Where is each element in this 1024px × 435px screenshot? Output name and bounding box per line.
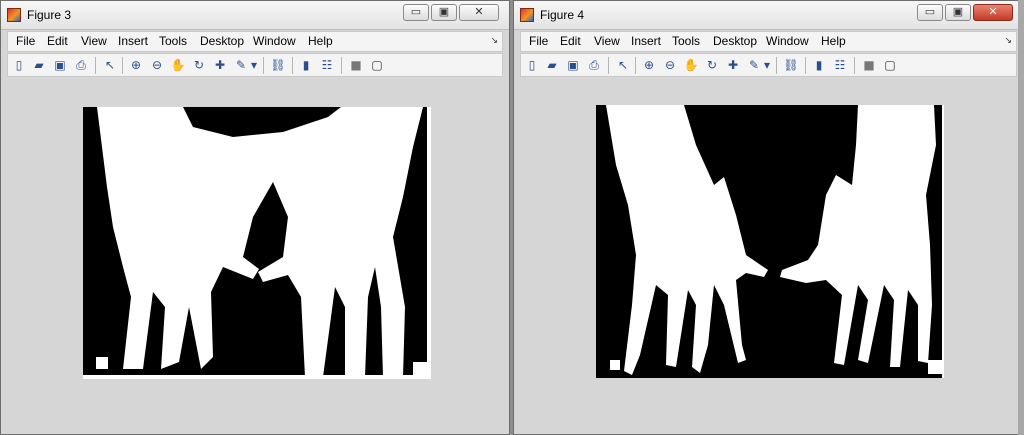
binary-image-axes[interactable]	[596, 105, 944, 378]
edit-plot-icon[interactable]: ↖	[615, 57, 631, 73]
colorbar-icon[interactable]: ▮	[811, 57, 827, 73]
minimize-button[interactable]: ▭	[917, 4, 943, 21]
binary-hands-image	[83, 107, 431, 379]
rotate-3d-icon[interactable]: ↻	[191, 57, 207, 73]
toolbar-separator	[854, 57, 855, 74]
title-bar[interactable]: Figure 3 ▭ ▣ ✕	[1, 1, 509, 30]
save-icon[interactable]: ▣	[565, 57, 581, 73]
minimize-button[interactable]: ▭	[403, 4, 429, 21]
data-cursor-icon[interactable]: ✚	[212, 57, 228, 73]
legend-icon[interactable]: ☷	[319, 57, 335, 73]
rotate-3d-icon[interactable]: ↻	[704, 57, 720, 73]
toolbar-separator	[95, 57, 96, 74]
menu-tools[interactable]: Tools	[672, 34, 700, 48]
edit-plot-icon[interactable]: ↖	[102, 57, 118, 73]
colorbar-icon[interactable]: ▮	[298, 57, 314, 73]
close-button[interactable]: ✕	[973, 4, 1013, 21]
toolbar-separator	[805, 57, 806, 74]
toolbar-separator	[122, 57, 123, 74]
menu-view[interactable]: View	[81, 34, 107, 48]
menu-edit[interactable]: Edit	[47, 34, 68, 48]
menu-window[interactable]: Window	[253, 34, 296, 48]
open-file-icon[interactable]: ▰	[544, 57, 560, 73]
binary-hands-image	[596, 105, 944, 378]
figure-3-window: Figure 3 ▭ ▣ ✕ File Edit View Insert Too…	[0, 0, 510, 435]
brush-menu-icon[interactable]: ▾	[249, 57, 259, 73]
toolbar-separator	[608, 57, 609, 74]
maximize-button[interactable]: ▣	[945, 4, 971, 21]
menu-window[interactable]: Window	[766, 34, 809, 48]
show-tools-icon[interactable]: ▢	[369, 57, 385, 73]
link-plot-icon[interactable]: ⛓	[783, 57, 799, 73]
brush-menu-icon[interactable]: ▾	[762, 57, 772, 73]
menu-file[interactable]: File	[16, 34, 35, 48]
brush-icon[interactable]: ✎	[746, 57, 762, 73]
menu-bar: File Edit View Insert Tools Desktop Wind…	[520, 31, 1017, 52]
menu-help[interactable]: Help	[821, 34, 846, 48]
desktop-edge	[1018, 0, 1024, 435]
pan-icon[interactable]: ✋	[170, 57, 186, 73]
matlab-icon	[7, 8, 21, 22]
brush-icon[interactable]: ✎	[233, 57, 249, 73]
print-icon[interactable]: ⎙	[586, 57, 602, 73]
new-figure-icon[interactable]: ▯	[524, 57, 540, 73]
toolbar-separator	[635, 57, 636, 74]
title-bar[interactable]: Figure 4 ▭ ▣ ✕	[514, 1, 1023, 30]
zoom-out-icon[interactable]: ⊖	[662, 57, 678, 73]
figure-toolbar: ▯ ▰ ▣ ⎙ ↖ ⊕ ⊖ ✋ ↻ ✚ ✎ ▾ ⛓ ▮ ☷ ■ ▢	[7, 53, 503, 77]
show-tools-icon[interactable]: ▢	[882, 57, 898, 73]
hide-tools-icon[interactable]: ■	[348, 57, 364, 73]
menu-insert[interactable]: Insert	[118, 34, 148, 48]
hide-tools-icon[interactable]: ■	[861, 57, 877, 73]
toolbar-separator	[776, 57, 777, 74]
window-title: Figure 3	[27, 8, 72, 22]
binary-image-axes[interactable]	[83, 107, 431, 379]
close-button[interactable]: ✕	[459, 4, 499, 21]
menu-view[interactable]: View	[594, 34, 620, 48]
menu-edit[interactable]: Edit	[560, 34, 581, 48]
pan-icon[interactable]: ✋	[683, 57, 699, 73]
toolbar-separator	[341, 57, 342, 74]
print-icon[interactable]: ⎙	[73, 57, 89, 73]
legend-icon[interactable]: ☷	[832, 57, 848, 73]
menu-desktop[interactable]: Desktop	[200, 34, 244, 48]
zoom-out-icon[interactable]: ⊖	[149, 57, 165, 73]
save-icon[interactable]: ▣	[52, 57, 68, 73]
maximize-button[interactable]: ▣	[431, 4, 457, 21]
dock-arrow-icon[interactable]: ↘	[1004, 35, 1012, 46]
new-figure-icon[interactable]: ▯	[11, 57, 27, 73]
open-file-icon[interactable]: ▰	[31, 57, 47, 73]
figure-4-window: Figure 4 ▭ ▣ ✕ File Edit View Insert Too…	[513, 0, 1024, 435]
zoom-in-icon[interactable]: ⊕	[641, 57, 657, 73]
zoom-in-icon[interactable]: ⊕	[128, 57, 144, 73]
link-plot-icon[interactable]: ⛓	[270, 57, 286, 73]
menu-insert[interactable]: Insert	[631, 34, 661, 48]
menu-desktop[interactable]: Desktop	[713, 34, 757, 48]
toolbar-separator	[292, 57, 293, 74]
figure-toolbar: ▯ ▰ ▣ ⎙ ↖ ⊕ ⊖ ✋ ↻ ✚ ✎ ▾ ⛓ ▮ ☷ ■ ▢	[520, 53, 1017, 77]
menu-tools[interactable]: Tools	[159, 34, 187, 48]
menu-bar: File Edit View Insert Tools Desktop Wind…	[7, 31, 503, 52]
menu-file[interactable]: File	[529, 34, 548, 48]
window-title: Figure 4	[540, 8, 585, 22]
matlab-icon	[520, 8, 534, 22]
data-cursor-icon[interactable]: ✚	[725, 57, 741, 73]
menu-help[interactable]: Help	[308, 34, 333, 48]
dock-arrow-icon[interactable]: ↘	[490, 35, 498, 46]
toolbar-separator	[263, 57, 264, 74]
